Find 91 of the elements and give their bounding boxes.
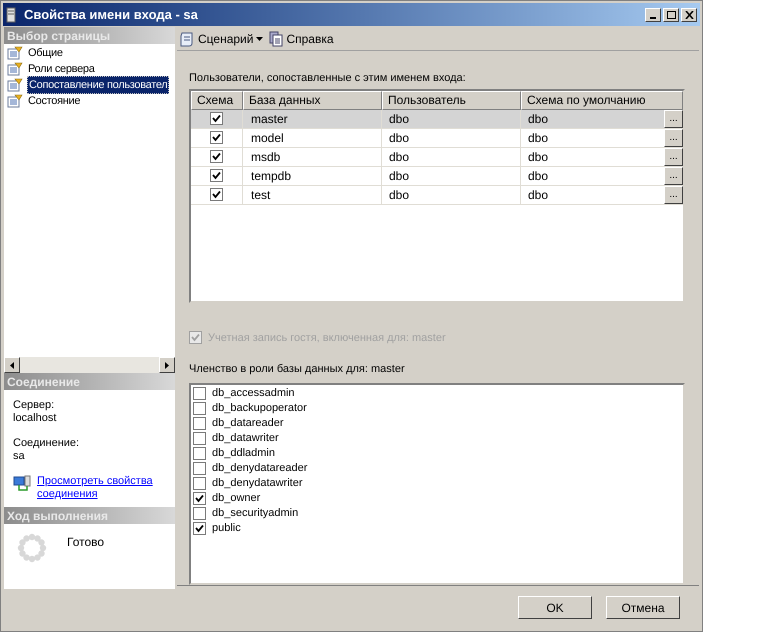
left-arrow-icon — [10, 362, 14, 368]
connection-label: Соединение: — [13, 437, 80, 450]
connection-properties-link[interactable]: Просмотреть свойства соединения — [37, 475, 166, 501]
ok-button[interactable]: OK — [518, 596, 592, 619]
role-label: db_ddladmin — [212, 446, 275, 461]
page-icon — [7, 62, 23, 76]
page-item[interactable]: Общие — [4, 45, 175, 61]
table-cell: model — [243, 128, 382, 146]
server-icon — [6, 6, 16, 22]
role-label: db_backupoperator — [212, 400, 307, 416]
page-item[interactable]: Состояние — [4, 93, 175, 109]
checkbox[interactable] — [193, 492, 206, 504]
table-cell: dbo — [382, 148, 521, 166]
window-title: Свойства имени входа - sa — [24, 6, 198, 24]
checkbox[interactable] — [193, 386, 206, 400]
cancel-button[interactable]: Отмена — [606, 596, 680, 619]
grid-row[interactable]: master dbo dbo ... — [191, 110, 683, 128]
checkbox[interactable] — [210, 131, 223, 144]
section-header: Ход выполнения — [4, 507, 175, 524]
role-label: db_accessadmin — [212, 386, 295, 401]
browse-button[interactable]: ... — [664, 186, 683, 204]
checkbox[interactable] — [210, 112, 223, 125]
role-label: db_securityadmin — [212, 506, 298, 521]
table-cell-text: dbo — [528, 168, 548, 184]
table-cell: tempdb — [243, 166, 382, 184]
checkbox[interactable] — [210, 169, 223, 182]
maximize-icon — [666, 10, 676, 18]
table-cell: master — [243, 110, 382, 128]
checkbox[interactable] — [193, 522, 206, 534]
section-header: Соединение — [4, 373, 175, 390]
checkbox[interactable] — [193, 506, 206, 520]
users-label: Пользователи, сопоставленные с этим именем входа: — [189, 71, 467, 86]
status-text: Готово — [67, 534, 104, 551]
table-cell: dbo — [382, 166, 521, 184]
caret-icon — [256, 36, 264, 40]
table-cell: dbo — [382, 128, 521, 146]
table-cell-text: dbo — [528, 110, 548, 128]
browse-button[interactable]: ... — [664, 128, 683, 146]
table-cell: dbo — [382, 110, 521, 128]
server-label: Сервер: — [13, 399, 56, 412]
close-button[interactable] — [681, 8, 697, 22]
grid-row[interactable]: msdb dbo dbo ... — [191, 148, 683, 166]
checkbox[interactable] — [193, 432, 206, 444]
connection-value: sa — [13, 450, 26, 463]
browse-button[interactable]: ... — [664, 110, 683, 128]
scrollbar[interactable] — [4, 357, 175, 373]
minimize-button[interactable] — [645, 8, 661, 22]
browse-button[interactable]: ... — [664, 148, 683, 166]
role-label: db_denydatareader — [212, 460, 308, 476]
scroll-icon — [179, 30, 195, 46]
checkbox[interactable] — [193, 446, 206, 460]
role-label: db_owner — [212, 490, 260, 506]
page-icon — [7, 94, 23, 108]
grid-row[interactable]: test dbo dbo ... — [191, 186, 683, 204]
table-cell-text: dbo — [528, 148, 548, 166]
table-cell-text: dbo — [528, 130, 548, 146]
table-cell: msdb — [243, 148, 382, 166]
column-header[interactable]: Пользователь — [382, 90, 521, 110]
grid-row[interactable]: model dbo dbo ... — [191, 128, 683, 148]
network-icon — [13, 475, 31, 493]
role-label: public — [212, 520, 241, 536]
page-icon — [7, 78, 23, 92]
role-label: db_datareader — [212, 416, 284, 431]
table-cell: dbo — [382, 186, 521, 204]
checkbox[interactable] — [193, 476, 206, 490]
right-arrow-icon — [165, 362, 169, 368]
checkbox[interactable] — [193, 402, 206, 414]
checkbox[interactable] — [210, 150, 223, 163]
page-item[interactable]: Роли сервера — [4, 61, 175, 77]
column-header[interactable]: Схема по умолчанию — [521, 90, 683, 110]
checkbox[interactable] — [210, 188, 223, 201]
grid-row[interactable]: tempdb dbo dbo ... — [191, 166, 683, 186]
script-button[interactable]: Сценарий — [179, 30, 264, 48]
help-button[interactable]: Справка — [269, 30, 334, 48]
minimize-icon — [650, 16, 656, 18]
section-header: Выбор страницы — [4, 27, 175, 44]
spinner-icon — [17, 533, 47, 563]
server-value: localhost — [13, 412, 58, 425]
checkbox[interactable] — [193, 462, 206, 474]
role-label: db_denydatawriter — [212, 476, 303, 491]
roles-label: Членство в роли базы данных для: master — [189, 362, 406, 377]
browse-button[interactable]: ... — [664, 166, 683, 184]
checkbox[interactable] — [193, 416, 206, 430]
close-icon — [684, 10, 694, 18]
column-header[interactable]: База данных — [243, 90, 382, 110]
column-header[interactable]: Схема — [191, 90, 243, 110]
maximize-button[interactable] — [663, 8, 679, 22]
role-label: db_datawriter — [212, 430, 279, 446]
table-cell-text: dbo — [528, 186, 548, 204]
document-icon — [269, 30, 284, 46]
table-cell: test — [243, 186, 382, 204]
